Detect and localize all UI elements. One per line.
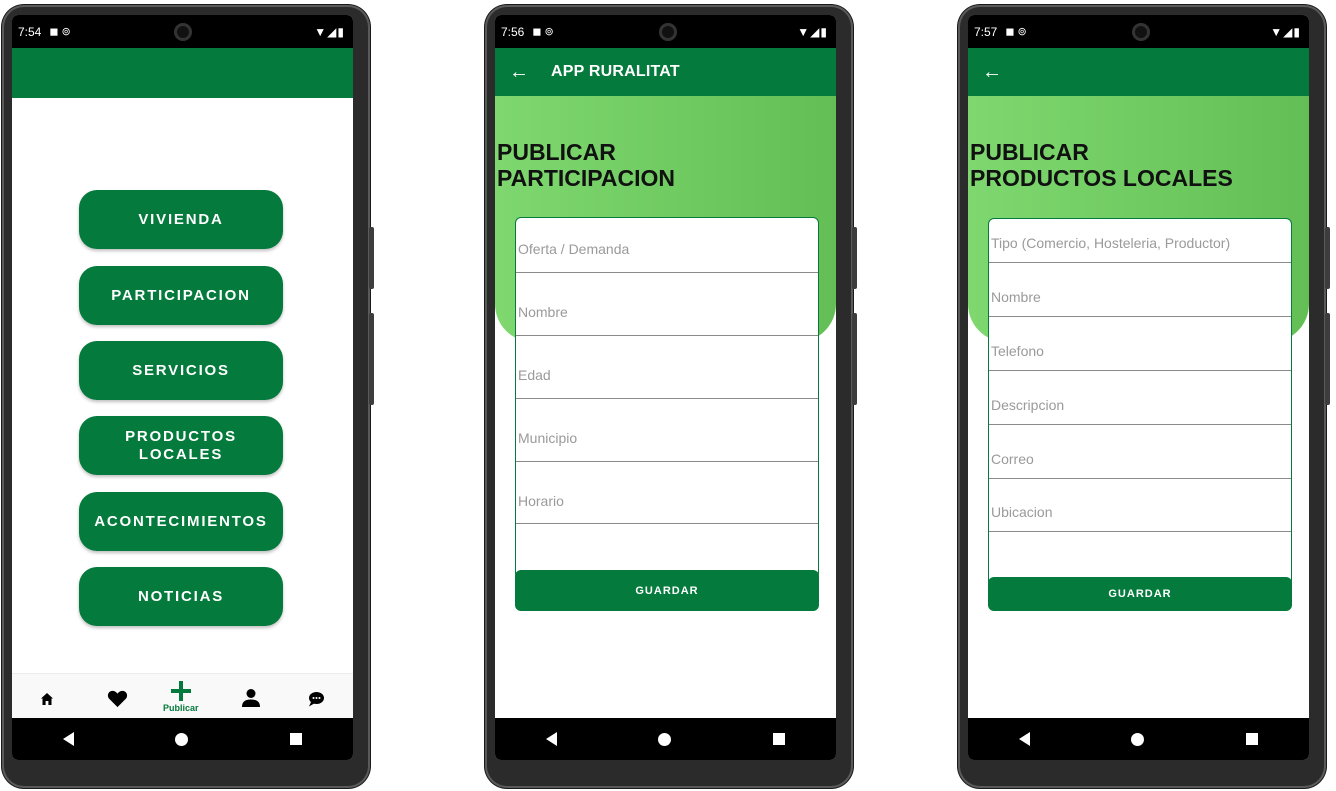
menu-button-productos-locales[interactable]: PRODUCTOS LOCALES	[79, 416, 283, 475]
ubicacion-input[interactable]: Ubicacion	[989, 480, 1291, 532]
front-camera	[174, 23, 192, 41]
signal-battery-icon: ▼◢▮	[1270, 24, 1301, 39]
app-bar: ←	[968, 48, 1309, 96]
app-bar	[12, 48, 353, 98]
notification-icons: ◼ ⊚	[1005, 26, 1027, 38]
correo-input[interactable]: Correo	[989, 426, 1291, 479]
status-time: 7:56	[501, 24, 525, 39]
page-title: PUBLICAR PRODUCTOS LOCALES	[970, 139, 1233, 191]
power-button	[369, 227, 374, 289]
plus-icon	[170, 681, 191, 701]
screen-participacion: 7:56 ◼ ⊚ ▼◢▮ ← APP RURALITAT PUBLICAR PA…	[495, 15, 836, 760]
field-placeholder: Descripcion	[991, 397, 1065, 413]
status-time: 7:57	[974, 24, 998, 39]
system-navigation	[495, 718, 836, 760]
field-placeholder: Nombre	[991, 289, 1041, 305]
field-placeholder: Municipio	[518, 430, 578, 446]
recents-square-icon[interactable]	[1246, 733, 1259, 745]
back-triangle-icon[interactable]	[545, 732, 557, 746]
menu-button-label: SERVICIOS	[132, 361, 230, 379]
app-bar: ← APP RURALITAT	[495, 48, 836, 96]
municipio-input[interactable]: Municipio	[516, 400, 818, 462]
home-circle-icon[interactable]	[658, 732, 672, 746]
menu-button-servicios[interactable]: SERVICIOS	[79, 341, 283, 400]
power-button	[1325, 227, 1330, 289]
notification-icons: ◼ ⊚	[532, 26, 554, 38]
oferta-demanda-input[interactable]: Oferta / Demanda	[516, 218, 818, 273]
menu-button-label: PRODUCTOS LOCALES	[125, 427, 237, 463]
recents-square-icon[interactable]	[773, 733, 786, 745]
save-button[interactable]: GUARDAR	[515, 570, 819, 611]
back-arrow-icon[interactable]: ←	[968, 61, 1024, 84]
field-placeholder: Edad	[518, 367, 551, 383]
app-title: APP RURALITAT	[551, 63, 680, 80]
phone-frame-participacion: 7:56 ◼ ⊚ ▼◢▮ ← APP RURALITAT PUBLICAR PA…	[485, 5, 857, 788]
heart-icon	[107, 690, 128, 708]
nav-home[interactable]	[40, 692, 54, 706]
front-camera	[659, 23, 677, 41]
menu-button-label: PARTICIPACION	[111, 286, 251, 304]
field-placeholder: Oferta / Demanda	[518, 241, 630, 257]
phone-frame-menu: 7:54 ◼ ⊚ ▼◢▮ VIVIENDA PARTICIPACION SERV…	[2, 5, 374, 788]
home-circle-icon[interactable]	[175, 732, 189, 746]
field-placeholder: Telefono	[991, 343, 1044, 359]
screen-menu: 7:54 ◼ ⊚ ▼◢▮ VIVIENDA PARTICIPACION SERV…	[12, 15, 353, 760]
menu-button-label: ACONTECIMIENTOS	[94, 512, 268, 530]
menu-button-vivienda[interactable]: VIVIENDA	[79, 190, 283, 249]
recents-square-icon[interactable]	[290, 733, 303, 745]
system-navigation	[12, 718, 353, 760]
horario-input[interactable]: Horario	[516, 463, 818, 524]
status-time: 7:54	[18, 24, 42, 39]
nav-profile[interactable]	[241, 688, 261, 708]
field-placeholder: Horario	[518, 493, 564, 509]
tipo-input[interactable]: Tipo (Comercio, Hosteleria, Productor)	[989, 219, 1291, 263]
menu-button-label: VIVIENDA	[138, 210, 224, 228]
signal-battery-icon: ▼◢▮	[797, 24, 828, 39]
home-circle-icon[interactable]	[1131, 732, 1145, 746]
nombre-input[interactable]: Nombre	[516, 274, 818, 336]
bottom-navigation: Publicar	[12, 673, 353, 721]
telefono-input[interactable]: Telefono	[989, 318, 1291, 371]
form-card: Oferta / Demanda Nombre Edad Municipio H…	[515, 217, 819, 579]
nav-publish-label: Publicar	[163, 703, 199, 713]
phone-frame-productos: 7:57 ◼ ⊚ ▼◢▮ ← PUBLICAR PRODUCTOS LOCALE…	[958, 5, 1330, 788]
menu-button-noticias[interactable]: NOTICIAS	[79, 567, 283, 626]
back-triangle-icon[interactable]	[1018, 732, 1030, 746]
screen-productos: 7:57 ◼ ⊚ ▼◢▮ ← PUBLICAR PRODUCTOS LOCALE…	[968, 15, 1309, 760]
field-placeholder: Tipo (Comercio, Hosteleria, Productor)	[991, 235, 1231, 251]
nombre-input[interactable]: Nombre	[989, 264, 1291, 317]
home-icon	[41, 693, 53, 705]
front-camera	[1132, 23, 1150, 41]
field-placeholder: Correo	[991, 451, 1034, 467]
back-triangle-icon[interactable]	[62, 732, 74, 746]
form-card: Tipo (Comercio, Hosteleria, Productor) N…	[988, 218, 1292, 608]
descripcion-input[interactable]: Descripcion	[989, 372, 1291, 425]
power-button	[852, 227, 857, 289]
system-navigation	[968, 718, 1309, 760]
chat-icon	[309, 692, 324, 707]
menu-button-acontecimientos[interactable]: ACONTECIMIENTOS	[79, 492, 283, 551]
nav-favorites[interactable]	[107, 689, 128, 708]
field-placeholder: Ubicacion	[991, 504, 1053, 520]
page-title: PUBLICAR PARTICIPACION	[497, 139, 676, 191]
signal-battery-icon: ▼◢▮	[314, 24, 345, 39]
back-arrow-icon[interactable]: ←	[495, 61, 551, 84]
volume-button	[369, 313, 374, 405]
person-icon	[242, 689, 260, 707]
volume-button	[852, 313, 857, 405]
volume-button	[1325, 313, 1330, 405]
notification-icons: ◼ ⊚	[49, 26, 71, 38]
edad-input[interactable]: Edad	[516, 337, 818, 399]
menu-button-participacion[interactable]: PARTICIPACION	[79, 266, 283, 325]
menu-button-label: NOTICIAS	[137, 587, 225, 605]
field-placeholder: Nombre	[518, 304, 568, 320]
nav-publish[interactable]: Publicar	[163, 680, 199, 713]
nav-chat[interactable]	[308, 691, 325, 707]
save-button[interactable]: GUARDAR	[988, 577, 1292, 611]
